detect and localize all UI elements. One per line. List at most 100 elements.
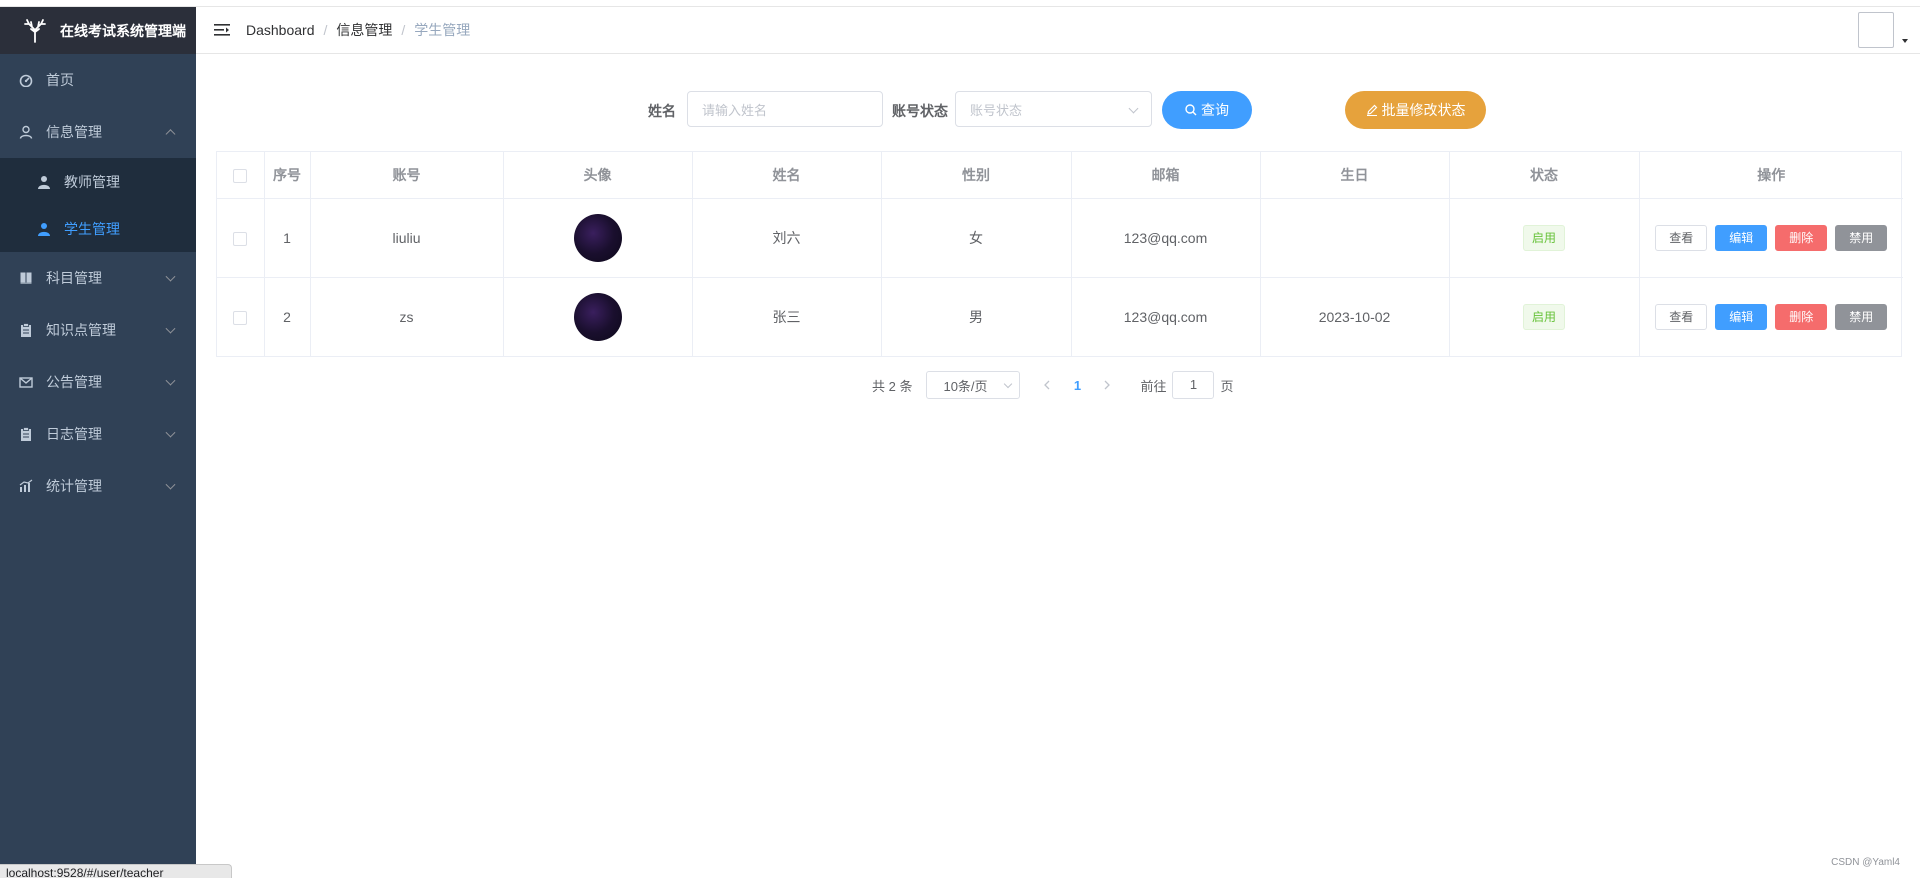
clipboard-icon [18, 322, 34, 338]
next-page-icon[interactable] [1102, 371, 1112, 399]
cell-account: liuliu [310, 198, 504, 278]
person-icon [36, 174, 52, 190]
breadcrumb-separator: / [323, 22, 328, 38]
page-number-current[interactable]: 1 [1062, 378, 1092, 393]
header-avatar: 头像 [503, 152, 693, 199]
batch-status-button-label: 批量修改状态 [1381, 102, 1466, 118]
status-placeholder: 账号状态 [970, 102, 1023, 118]
sidebar-item-label: 教师管理 [64, 173, 120, 190]
app-title: 在线考试系统管理端 [60, 23, 186, 40]
chevron-up-icon [165, 129, 176, 140]
cell-birthday: 2023-10-02 [1260, 277, 1450, 356]
clipboard-icon [18, 426, 34, 442]
edit-button[interactable]: 编辑 [1715, 304, 1768, 330]
header-email: 邮箱 [1071, 152, 1261, 199]
goto-suffix: 页 [1220, 378, 1234, 394]
name-input[interactable]: 请输入姓名 [687, 91, 883, 127]
cell-gender: 男 [881, 277, 1072, 356]
browser-top-strip [0, 0, 1920, 7]
cell-status: 启用 [1449, 198, 1640, 278]
sidebar-item-label: 日志管理 [46, 426, 102, 442]
breadcrumb-separator: / [401, 22, 406, 38]
cell-status: 启用 [1449, 277, 1640, 356]
view-button[interactable]: 查看 [1655, 304, 1708, 330]
sidebar-item-label: 统计管理 [46, 478, 102, 494]
header-index: 序号 [264, 152, 311, 199]
table-header-row: 序号 账号 头像 姓名 性别 邮箱 生日 状态 操作 [217, 152, 1903, 199]
header-status: 状态 [1449, 152, 1640, 199]
select-all-cell [217, 152, 265, 199]
table-row: 1 liuliu 刘六 女 123@qq.com 启用 查看 编辑 删除 禁用 [217, 198, 1903, 278]
user-avatar[interactable] [1858, 12, 1894, 48]
sidebar-item-label: 首页 [46, 72, 74, 88]
row-checkbox[interactable] [233, 232, 248, 247]
person-icon [36, 221, 52, 237]
caret-down-icon[interactable] [1902, 39, 1908, 43]
user-icon [18, 124, 34, 140]
delete-button[interactable]: 删除 [1775, 304, 1828, 330]
hamburger-icon[interactable] [212, 20, 232, 40]
chevron-down-icon [165, 427, 176, 438]
page-size-value: 10条/页 [943, 378, 988, 394]
sidebar-item-log[interactable]: 日志管理 [0, 408, 196, 460]
batch-status-button[interactable]: 批量修改状态 [1345, 91, 1486, 129]
query-button[interactable]: 查询 [1162, 91, 1252, 129]
row-select-cell [217, 198, 265, 278]
prev-page-icon[interactable] [1042, 371, 1052, 399]
edit-icon [1366, 104, 1377, 116]
submenu-info: 教师管理 学生管理 [0, 158, 196, 252]
browser-status-url: localhost:9528/#/user/teacher [0, 864, 232, 878]
view-button[interactable]: 查看 [1655, 225, 1708, 251]
chevron-down-icon [1128, 103, 1139, 114]
delete-button[interactable]: 删除 [1775, 225, 1828, 251]
name-placeholder: 请输入姓名 [702, 102, 768, 118]
sidebar-item-info[interactable]: 信息管理 [0, 106, 196, 158]
chevron-down-icon [165, 479, 176, 490]
name-label: 姓名 [648, 103, 676, 119]
cell-name: 张三 [692, 277, 882, 356]
goto-page-input[interactable]: 1 [1172, 371, 1215, 399]
status-badge: 启用 [1522, 225, 1565, 251]
chevron-down-icon [1004, 379, 1013, 389]
sidebar-item-label: 科目管理 [46, 270, 102, 286]
sidebar-item-notice[interactable]: 公告管理 [0, 356, 196, 408]
student-table: 序号 账号 头像 姓名 性别 邮箱 生日 状态 操作 1 liuliu 刘六 女… [216, 151, 1903, 357]
breadcrumb: Dashboard / 信息管理 / 学生管理 [246, 20, 470, 40]
cell-avatar [503, 277, 693, 356]
cell-account: zs [310, 277, 504, 356]
goto-prefix: 前往 [1140, 378, 1167, 394]
dashboard-icon [18, 72, 34, 88]
student-avatar-image [573, 214, 622, 262]
search-icon [1185, 104, 1197, 116]
antler-logo-icon [24, 18, 46, 43]
sidebar-item-teacher[interactable]: 教师管理 [0, 158, 196, 205]
sidebar-item-home[interactable]: 首页 [0, 54, 196, 106]
header-gender: 性别 [881, 152, 1072, 199]
message-icon [18, 374, 34, 390]
row-checkbox[interactable] [233, 311, 248, 326]
cell-birthday [1260, 198, 1450, 278]
cell-name: 刘六 [692, 198, 882, 278]
disable-button[interactable]: 禁用 [1835, 225, 1888, 251]
header-name: 姓名 [692, 152, 882, 199]
breadcrumb-item-current: 学生管理 [414, 22, 471, 38]
breadcrumb-item-info: 信息管理 [336, 22, 393, 38]
edit-button[interactable]: 编辑 [1715, 225, 1768, 251]
sidebar-item-student[interactable]: 学生管理 [0, 205, 196, 252]
logo[interactable]: 在线考试系统管理端 [0, 7, 196, 54]
student-avatar-image [573, 293, 622, 341]
book-icon [18, 270, 34, 286]
status-select[interactable]: 账号状态 [955, 91, 1152, 127]
cell-actions: 查看 编辑 删除 禁用 [1639, 198, 1903, 278]
navbar: Dashboard / 信息管理 / 学生管理 [196, 7, 1920, 54]
page-size-select[interactable]: 10条/页 [926, 371, 1021, 399]
cell-email: 123@qq.com [1071, 277, 1261, 356]
sidebar-item-stats[interactable]: 统计管理 [0, 460, 196, 512]
breadcrumb-item-dashboard[interactable]: Dashboard [246, 22, 315, 38]
select-all-checkbox[interactable] [233, 169, 248, 184]
pagination-total: 共 2 条 [872, 378, 913, 394]
sidebar: 在线考试系统管理端 首页 信息管理 教师管理 学生管理 科目管理 知识点管理 公… [0, 7, 196, 878]
disable-button[interactable]: 禁用 [1835, 304, 1888, 330]
sidebar-item-knowledge[interactable]: 知识点管理 [0, 304, 196, 356]
sidebar-item-subject[interactable]: 科目管理 [0, 252, 196, 304]
